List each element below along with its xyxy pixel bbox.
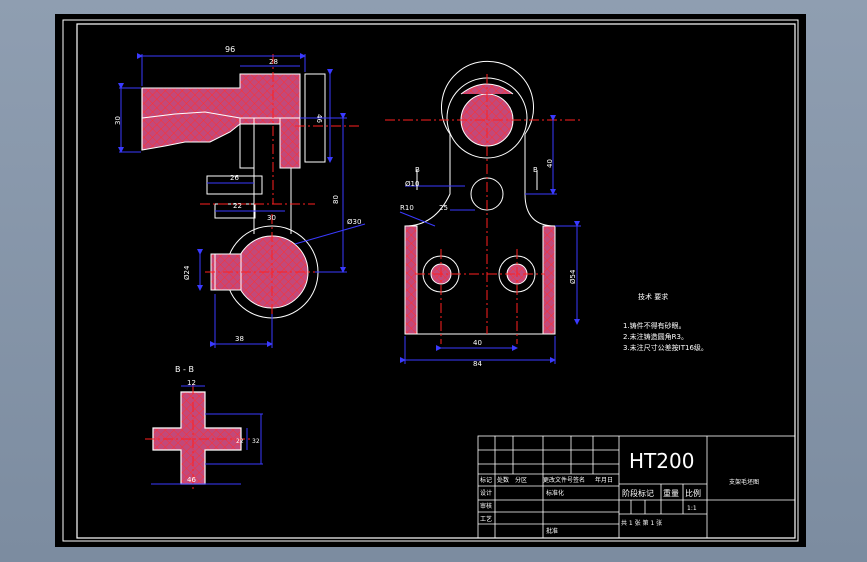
dim-dia: Ø30: [347, 218, 361, 226]
cad-viewport[interactable]: 96 28 30 46 80 26 22 30 Ø30 Ø24 38 B B Ø…: [55, 14, 806, 547]
tech-note-1: 1.铸件不得有砂眼。: [623, 321, 686, 330]
scale-label: 比例: [685, 488, 701, 498]
title-block-text: HT200 支架毛坯图 标记 处数 分区 更改文件号 签名 年月日 设计 标准化…: [480, 449, 759, 535]
tech-notes: 技术 要求 1.铸件不得有砂眼。 2.未注铸造圆角R3。 3.未注尺寸公差按IT…: [623, 292, 708, 352]
dim-top: 96: [225, 45, 235, 54]
designer-label: 设计: [480, 489, 492, 497]
section-dim-bottom: 46: [187, 476, 196, 484]
dim-left: 30: [114, 116, 122, 125]
section-dim-right-b: 32: [252, 438, 260, 445]
tb-col-4: 签名: [573, 476, 585, 484]
dim-top-inner: 28: [269, 58, 278, 66]
standard-label: 标准化: [546, 489, 564, 497]
process-label: 工艺: [480, 515, 492, 523]
section-bb: B - B 12 22 32 46: [145, 365, 263, 492]
material-label: HT200: [629, 449, 694, 473]
dim-neck: 25: [439, 204, 448, 212]
section-dim-right-a: 22: [236, 438, 244, 445]
review-label: 审核: [480, 502, 492, 510]
tb-col-2: 分区: [515, 476, 527, 484]
drawing-canvas: 96 28 30 46 80 26 22 30 Ø30 Ø24 38 B B Ø…: [62, 19, 799, 542]
dim-stem: 30: [267, 214, 276, 222]
weight-label: 重量: [663, 488, 679, 498]
dim-boss-b: 22: [233, 202, 242, 210]
approve-label: 批准: [546, 527, 558, 535]
side-view: B B Ø10 R10 25 40 Ø54 40 84: [385, 60, 581, 368]
dim-height: 40: [546, 159, 554, 168]
tech-note-3: 3.未注尺寸公差按IT16级。: [623, 343, 708, 352]
dim-mid: 80: [332, 195, 340, 204]
front-view: 96 28 30 46 80 26 22 30 Ø30 Ø24 38: [114, 45, 366, 348]
dim-r10: R10: [400, 204, 414, 212]
dim-holes: 40: [473, 339, 482, 347]
tb-col-3: 更改文件号: [543, 476, 573, 484]
scale-value: 1:1: [687, 505, 697, 512]
dim-width: Ø54: [569, 269, 577, 284]
label-b-right: B: [533, 166, 538, 174]
drawing-name: 支架毛坯图: [729, 478, 759, 486]
dim-base: 84: [473, 360, 482, 368]
dim-dia10: Ø10: [405, 180, 419, 188]
dim-right: 46: [315, 114, 323, 123]
tb-col-0: 标记: [480, 476, 492, 484]
tech-note-2: 2.未注铸造圆角R3。: [623, 332, 688, 341]
tb-col-1: 处数: [497, 476, 509, 484]
dim-bottom: 38: [235, 335, 244, 343]
dim-bore: Ø24: [183, 265, 191, 280]
label-b-left: B: [415, 166, 420, 174]
tb-col-5: 年月日: [595, 476, 613, 484]
dim-boss-a: 26: [230, 174, 239, 182]
section-dim-top: 12: [187, 379, 196, 387]
section-title: B - B: [175, 365, 194, 374]
sheet-text: 共 1 张 第 1 张: [621, 519, 662, 527]
tech-notes-title: 技术 要求: [638, 292, 668, 301]
stage-label: 阶段标记: [622, 488, 654, 498]
